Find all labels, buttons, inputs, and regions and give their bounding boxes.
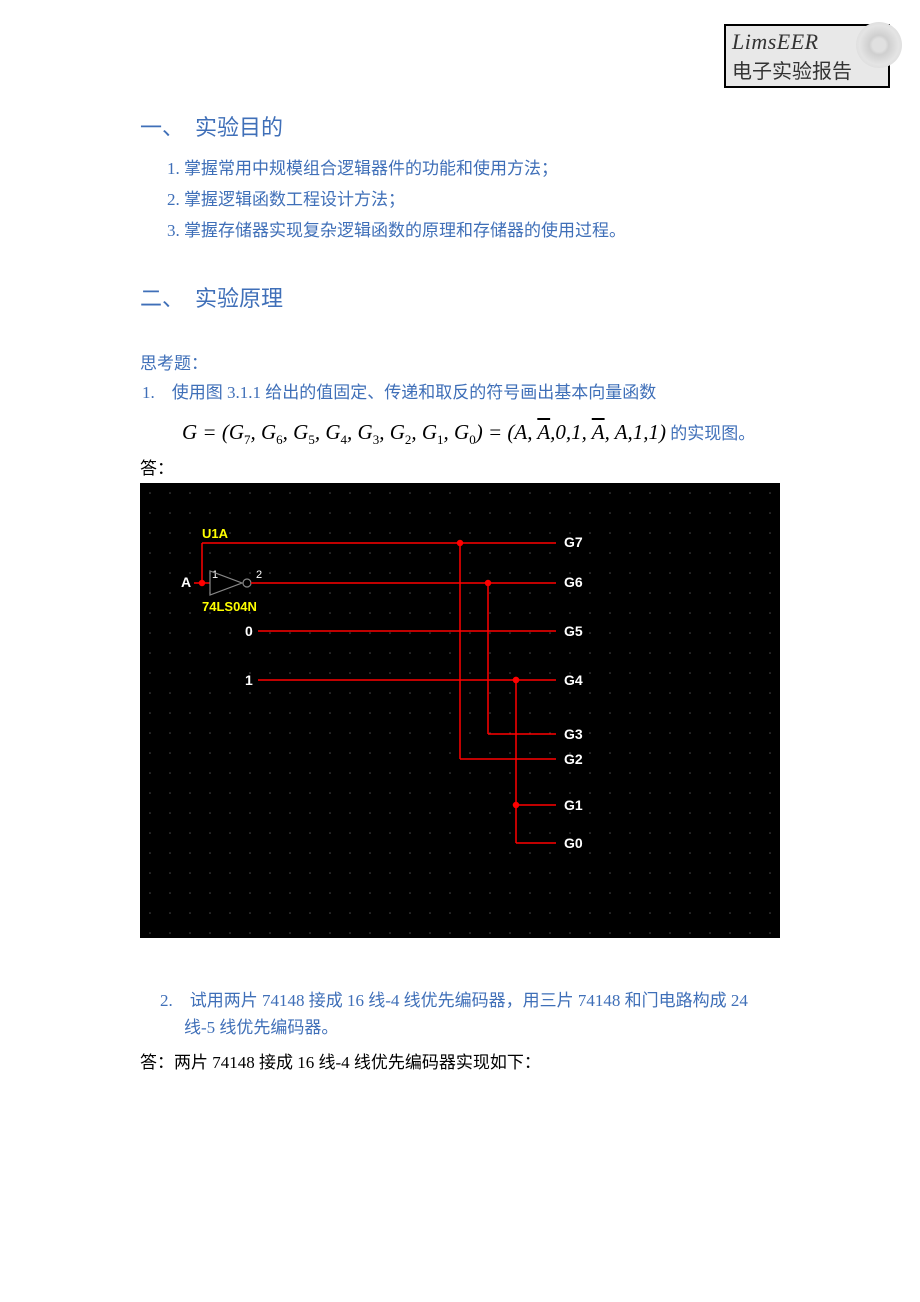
- question-2: 2. 试用两片 74148 接成 16 线-4 线优先编码器，用三片 74148…: [140, 987, 780, 1041]
- output-G0: G0: [564, 835, 583, 851]
- const-0-label: 0: [245, 623, 253, 639]
- output-G2: G2: [564, 751, 583, 767]
- logo-text-cn: 电子实验报告: [732, 55, 882, 84]
- objective-3: 掌握存储器实现复杂逻辑函数的原理和存储器的使用过程。: [184, 216, 780, 241]
- output-G3: G3: [564, 726, 583, 742]
- section-1-heading: 一、 实验目的: [140, 110, 780, 142]
- circuit-diagram: U1A A 1 2 74LS04N 0 1 G7 G6 G5 G4 G3 G2 …: [140, 483, 780, 938]
- question-1: 1. 使用图 3.1.1 给出的值固定、传递和取反的符号画出基本向量函数: [140, 378, 780, 403]
- component-label: U1A: [202, 526, 229, 541]
- chip-label: 74LS04N: [202, 599, 257, 614]
- answer-1-label: 答：: [140, 454, 780, 479]
- pin-2-label: 2: [256, 569, 262, 581]
- answer-2-label: 答：两片 74148 接成 16 线-4 线优先编码器实现如下：: [140, 1048, 780, 1073]
- output-G1: G1: [564, 797, 583, 813]
- objective-2: 掌握逻辑函数工程设计方法；: [184, 185, 780, 210]
- const-1-label: 1: [245, 672, 253, 688]
- output-G7: G7: [564, 534, 583, 550]
- output-G5: G5: [564, 623, 583, 639]
- logo-text-en: LimsEER: [732, 29, 882, 55]
- pin-1-label: 1: [212, 569, 218, 581]
- input-A-label: A: [181, 574, 191, 590]
- objectives-list: 掌握常用中规模组合逻辑器件的功能和使用方法； 掌握逻辑函数工程设计方法； 掌握存…: [140, 154, 780, 241]
- section-2-heading: 二、 实验原理: [140, 281, 780, 313]
- output-G6: G6: [564, 574, 583, 590]
- question-1-formula: G = (G7, G6, G5, G4, G3, G2, G1, G0) = (…: [182, 419, 780, 448]
- logo-box: LimsEER 电子实验报告: [724, 24, 890, 88]
- thinking-questions-label: 思考题：: [140, 349, 780, 374]
- output-G4: G4: [564, 672, 583, 688]
- objective-1: 掌握常用中规模组合逻辑器件的功能和使用方法；: [184, 154, 780, 179]
